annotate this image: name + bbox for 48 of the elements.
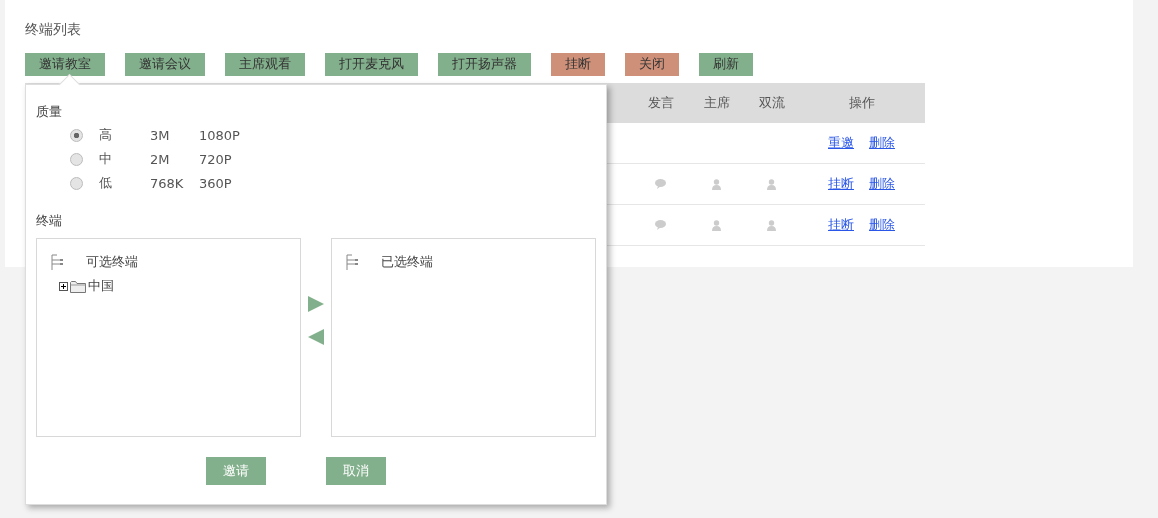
column-header: 主席: [703, 94, 730, 112]
person-icon: [712, 219, 721, 231]
toolbar-button[interactable]: 主席观看: [225, 53, 305, 76]
radio-button[interactable]: [70, 176, 83, 190]
list-title: 已选终端: [381, 253, 433, 271]
column-header: 发言: [647, 94, 674, 112]
toolbar-button[interactable]: 刷新: [699, 53, 753, 76]
quality-name: 高: [98, 126, 113, 144]
toolbar-button[interactable]: 打开扬声器: [438, 53, 531, 76]
bitrate-text: 3M: [149, 127, 171, 143]
toolbar-button[interactable]: 打开麦克风: [325, 53, 418, 76]
toolbar-button[interactable]: 关闭: [625, 53, 679, 76]
action-link[interactable]: 挂断: [828, 216, 854, 234]
radio-button[interactable]: [70, 152, 83, 166]
action-link[interactable]: 删除: [869, 216, 895, 234]
speech-bubble-icon: [655, 220, 666, 230]
bitrate-text: 768K: [149, 175, 185, 191]
speech-bubble-icon: [655, 179, 666, 189]
radio-button[interactable]: [70, 128, 83, 142]
person-icon: [767, 219, 776, 231]
quality-name: 低: [98, 174, 113, 192]
bitrate-text: 2M: [149, 151, 171, 167]
quality-name: 中: [98, 150, 113, 168]
person-icon: [767, 178, 776, 190]
action-link[interactable]: 重邀: [828, 134, 854, 152]
tree-node[interactable]: 中国: [88, 277, 114, 295]
page-title: 终端列表: [25, 20, 82, 39]
tree-icon: [51, 253, 64, 271]
resolution-text: 720P: [198, 151, 233, 167]
column-header: 双流: [758, 94, 785, 112]
expand-icon[interactable]: [59, 281, 68, 291]
action-link[interactable]: 删除: [869, 134, 895, 152]
terminal-label: 终端: [36, 212, 63, 230]
move-right-icon[interactable]: [308, 296, 324, 312]
list-title: 可选终端: [86, 253, 138, 271]
toolbar-button[interactable]: 邀请教室: [25, 53, 105, 76]
quality-label: 质量: [36, 103, 63, 121]
column-header: 操作: [848, 94, 875, 112]
toolbar-button[interactable]: 邀请会议: [125, 53, 205, 76]
person-icon: [712, 178, 721, 190]
toolbar-button[interactable]: 挂断: [551, 53, 605, 76]
resolution-text: 1080P: [198, 127, 241, 143]
action-link[interactable]: 挂断: [828, 175, 854, 193]
resolution-text: 360P: [198, 175, 233, 191]
folder-icon: [70, 279, 86, 293]
move-left-icon[interactable]: [308, 329, 324, 345]
action-link[interactable]: 删除: [869, 175, 895, 193]
tree-icon: [346, 253, 359, 271]
